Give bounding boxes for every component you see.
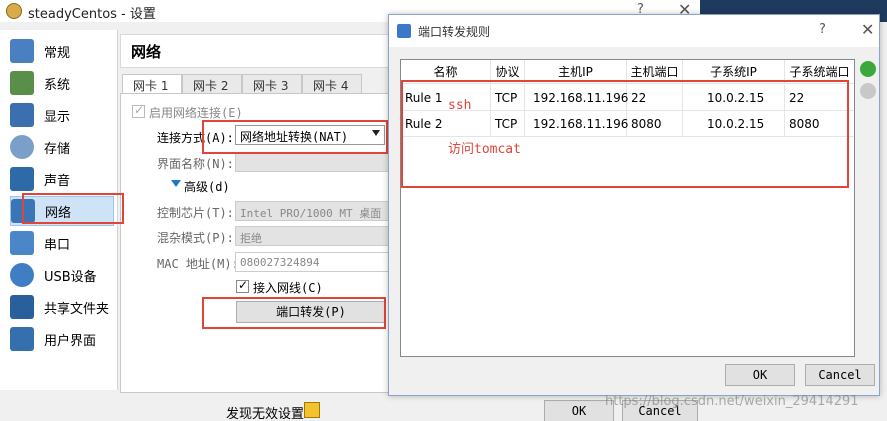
tomcat-annotation: 访问tomcat	[448, 142, 521, 157]
cell-name[interactable]: Rule 2	[401, 111, 491, 137]
mac-label: MAC 地址(M):	[157, 257, 239, 271]
enable-network-checkbox[interactable]	[132, 103, 145, 118]
column-header-name[interactable]: 名称	[401, 60, 491, 84]
port-forwarding-dialog: 端口转发规则 ? ✕ 名称 协议 主机IP 主机端口 子系统IP 子系统端口 R…	[388, 14, 880, 396]
cell-name[interactable]: Rule 1	[401, 85, 491, 111]
dialog-ok-button[interactable]: OK	[725, 364, 795, 386]
sidebar-item-label: 网络	[45, 205, 72, 221]
invalid-settings-text: 发现无效设置	[226, 407, 305, 421]
general-icon	[10, 39, 34, 63]
watermark-text: https://blog.csdn.net/weixin_29414291	[605, 394, 859, 409]
tab-adapter-4[interactable]: 网卡 4	[302, 74, 362, 94]
name-field[interactable]	[235, 152, 391, 172]
adapter-tabs: 网卡 1 网卡 2 网卡 3 网卡 4	[122, 74, 362, 95]
sidebar-item-label: 系统	[44, 77, 71, 93]
sidebar-item-usb[interactable]: USB设备	[10, 260, 114, 290]
audio-icon	[10, 167, 34, 191]
tab-adapter-3[interactable]: 网卡 3	[242, 74, 302, 94]
sidebar-item-label: 用户界面	[44, 333, 97, 349]
sidebar-item-general[interactable]: 常规	[10, 36, 114, 66]
cell-guest-ip[interactable]: 10.0.2.15	[683, 111, 785, 137]
expand-arrow-icon[interactable]	[171, 180, 181, 187]
port-forward-icon	[397, 24, 411, 38]
help-icon[interactable]: ?	[819, 22, 826, 37]
sidebar-item-label: 声音	[44, 173, 71, 189]
sidebar-item-label: 显示	[44, 109, 71, 125]
chevron-down-icon	[372, 130, 380, 136]
table-header: 名称 协议 主机IP 主机端口 子系统IP 子系统端口	[401, 60, 854, 84]
column-header-guest-port[interactable]: 子系统端口	[785, 60, 854, 84]
adapter-panel: 启用网络连接(E) 连接方式(A): 网络地址转换(NAT) 界面名称(N): …	[120, 93, 392, 393]
user-interface-icon	[10, 327, 34, 351]
network-icon	[11, 199, 35, 223]
dialog-cancel-button[interactable]: Cancel	[805, 364, 875, 386]
sidebar-item-shared-folders[interactable]: 共享文件夹	[10, 292, 114, 322]
cell-protocol[interactable]: TCP	[491, 85, 525, 111]
advanced-toggle[interactable]: 高级(d)	[184, 178, 230, 195]
cell-guest-port[interactable]: 22	[785, 85, 854, 111]
attached-to-select[interactable]: 网络地址转换(NAT)	[235, 125, 385, 145]
sidebar-item-label: USB设备	[44, 269, 97, 285]
sidebar-item-system[interactable]: 系统	[10, 68, 114, 98]
sidebar-item-network[interactable]: 网络	[10, 196, 114, 226]
storage-icon	[10, 135, 34, 159]
dialog-titlebar: 端口转发规则 ? ✕	[389, 15, 879, 47]
column-header-host-port[interactable]: 主机端口	[627, 60, 683, 84]
name-label: 界面名称(N):	[157, 157, 234, 171]
cable-connected-checkbox[interactable]	[236, 278, 249, 293]
virtualbox-icon	[6, 3, 22, 19]
tab-adapter-1[interactable]: 网卡 1	[122, 74, 182, 95]
cell-guest-ip[interactable]: 10.0.2.15	[683, 85, 785, 111]
port-forwarding-button[interactable]: 端口转发(P)	[236, 301, 386, 323]
tab-adapter-2[interactable]: 网卡 2	[182, 74, 242, 94]
remove-rule-icon[interactable]	[860, 83, 876, 99]
shared-folder-icon	[10, 295, 34, 319]
column-header-host-ip[interactable]: 主机IP	[525, 60, 627, 84]
sidebar-item-label: 共享文件夹	[44, 301, 110, 317]
cell-host-port[interactable]: 8080	[627, 111, 683, 137]
cell-protocol[interactable]: TCP	[491, 111, 525, 137]
settings-window-title: steadyCentos - 设置	[28, 7, 156, 22]
column-header-protocol[interactable]: 协议	[491, 60, 525, 84]
system-icon	[10, 71, 34, 95]
warning-icon[interactable]	[304, 402, 320, 418]
mac-field[interactable]: 080027324894	[235, 252, 391, 272]
serial-port-icon	[10, 231, 34, 255]
attached-to-label: 连接方式(A):	[157, 131, 234, 145]
display-icon	[10, 103, 34, 127]
sidebar-item-serial-port[interactable]: 串口	[10, 228, 114, 258]
ssh-annotation: ssh	[448, 98, 472, 113]
cell-guest-port[interactable]: 8080	[785, 111, 854, 137]
adapter-type-label: 控制芯片(T):	[157, 206, 234, 220]
dialog-title: 端口转发规则	[418, 25, 491, 39]
cell-host-ip[interactable]: 192.168.11.196	[525, 85, 628, 111]
sidebar-item-label: 串口	[44, 237, 71, 253]
cell-host-port[interactable]: 22	[627, 85, 683, 111]
sidebar-item-label: 存储	[44, 141, 71, 157]
attached-to-value: 网络地址转换(NAT)	[240, 130, 349, 144]
page-title: 网络	[131, 43, 162, 61]
page-header: 网络	[120, 34, 420, 68]
sidebar-item-storage[interactable]: 存储	[10, 132, 114, 162]
usb-icon	[10, 263, 34, 287]
settings-sidebar: 常规 系统 显示 存储 声音 网络 串口 USB设备 共享文件夹 用户界面	[0, 30, 118, 390]
add-rule-icon[interactable]	[860, 61, 876, 77]
sidebar-item-label: 常规	[44, 45, 71, 61]
cable-connected-label: 接入网线(C)	[253, 281, 323, 295]
promiscuous-select[interactable]: 拒绝	[235, 226, 391, 246]
close-icon[interactable]: ✕	[861, 20, 874, 39]
promiscuous-label: 混杂模式(P):	[157, 231, 234, 245]
table-row[interactable]: Rule 2 TCP 192.168.11.196 8080 10.0.2.15…	[401, 111, 854, 137]
sidebar-item-audio[interactable]: 声音	[10, 164, 114, 194]
column-header-guest-ip[interactable]: 子系统IP	[683, 60, 785, 84]
adapter-type-select[interactable]: Intel PRO/1000 MT 桌面 (8	[235, 201, 391, 221]
cell-host-ip[interactable]: 192.168.11.196	[525, 111, 628, 137]
sidebar-item-display[interactable]: 显示	[10, 100, 114, 130]
enable-network-label: 启用网络连接(E)	[149, 106, 243, 120]
sidebar-item-user-interface[interactable]: 用户界面	[10, 324, 114, 354]
settings-ok-button[interactable]: OK	[544, 400, 614, 421]
